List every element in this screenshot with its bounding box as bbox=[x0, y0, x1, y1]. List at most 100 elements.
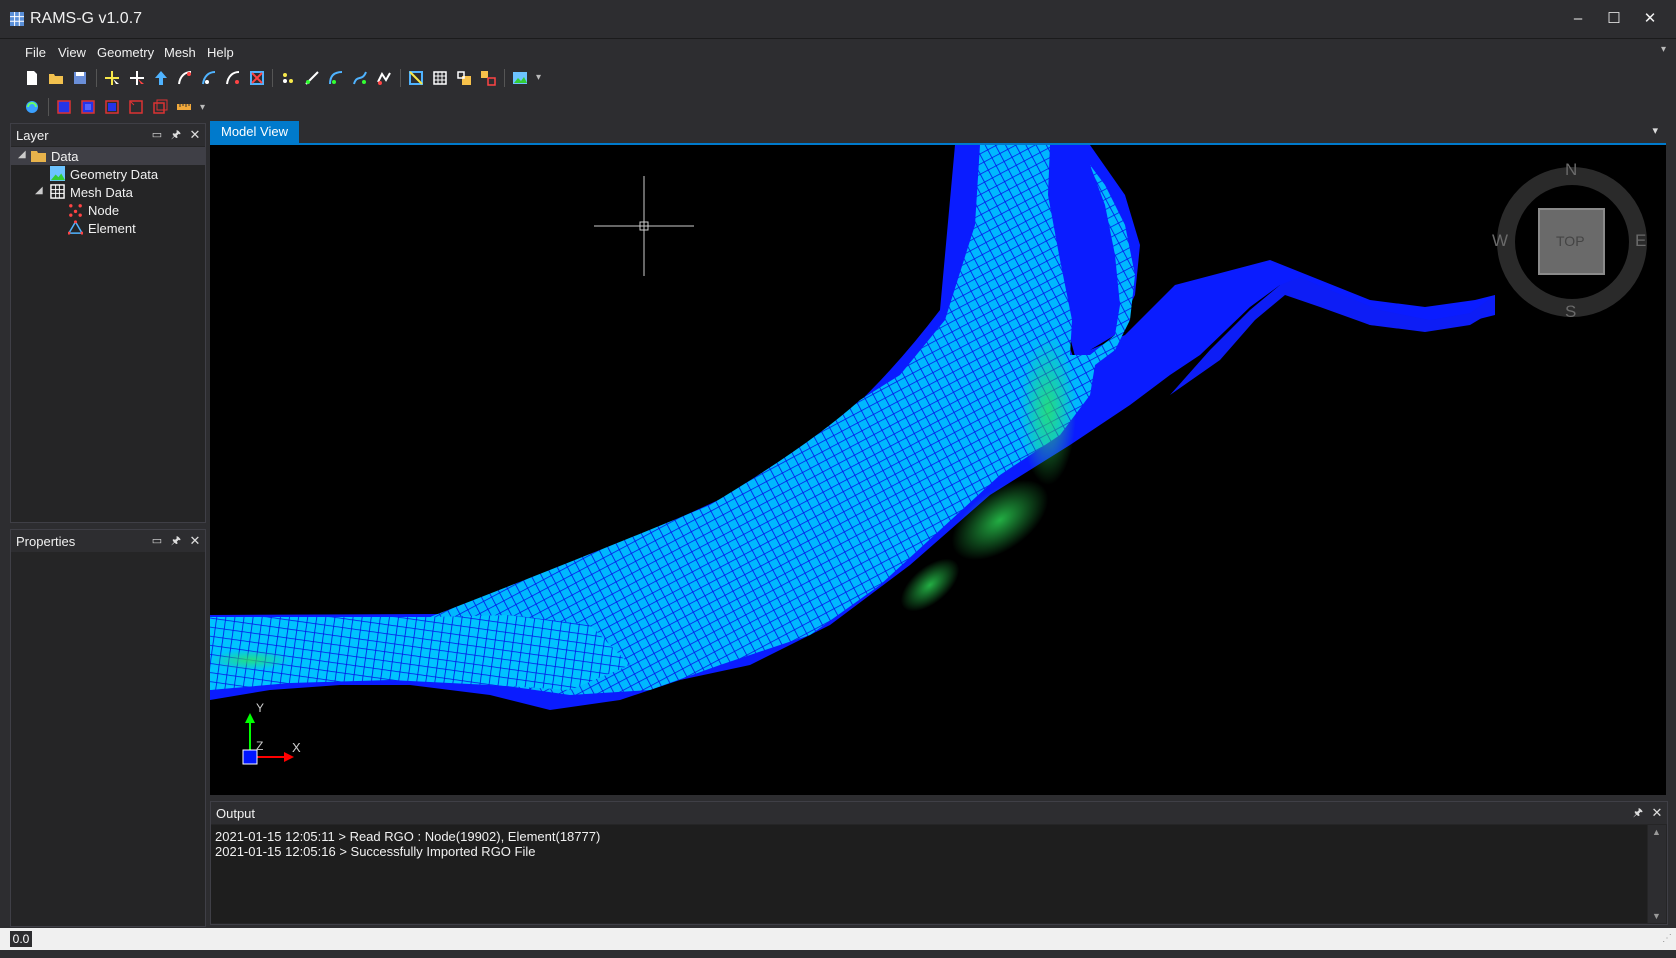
pin-panel-icon[interactable]: 🖈 bbox=[168, 126, 184, 144]
element-triangle-icon bbox=[68, 220, 83, 235]
pin-panel-icon[interactable]: 🖈 bbox=[168, 532, 184, 550]
main-toolbar: ▾ bbox=[10, 66, 610, 90]
velocity-highlight bbox=[1020, 335, 1076, 485]
axis-y-label: Y bbox=[256, 701, 265, 715]
add-arc-icon[interactable] bbox=[328, 70, 344, 86]
move-up-icon[interactable] bbox=[153, 70, 169, 86]
velocity-highlight bbox=[210, 650, 290, 670]
add-line-icon[interactable] bbox=[304, 70, 320, 86]
compass-south: S bbox=[1565, 302, 1577, 321]
properties-panel-header: Properties ▭ 🖈 ✕ bbox=[11, 530, 205, 552]
add-polyline-icon[interactable] bbox=[376, 70, 392, 86]
expand-arrow-icon[interactable]: ◢ bbox=[18, 149, 26, 160]
menu-help[interactable]: Help bbox=[207, 45, 234, 60]
expand-arrow-icon[interactable]: ◢ bbox=[35, 185, 43, 196]
add-spline-icon[interactable] bbox=[352, 70, 368, 86]
view-iso-icon[interactable] bbox=[152, 99, 168, 115]
view-cube-label: TOP bbox=[1556, 233, 1585, 249]
mesh-grid-icon bbox=[50, 184, 65, 199]
menu-bar: File View Geometry Mesh Help ▾ bbox=[10, 40, 1674, 64]
layer-panel-header: Layer ▭ 🖈 ✕ bbox=[11, 124, 205, 146]
folder-open-icon bbox=[31, 151, 46, 162]
mesh-grid-icon[interactable] bbox=[432, 70, 448, 86]
view-toolbar: ▾ bbox=[10, 96, 230, 120]
select-point-icon[interactable] bbox=[104, 70, 120, 86]
axis-x-label: X bbox=[292, 740, 301, 755]
output-scrollbar[interactable]: ▲ ▼ bbox=[1648, 825, 1666, 923]
output-log[interactable]: 2021-01-15 12:05:11 > Read RGO : Node(19… bbox=[211, 825, 1647, 923]
tree-item-mesh-data[interactable]: ◢ Mesh Data bbox=[11, 183, 205, 201]
tree-label: Geometry Data bbox=[70, 167, 159, 182]
deselect-point-icon[interactable] bbox=[129, 70, 145, 86]
status-bar: 0.0 ⋰ bbox=[0, 928, 1676, 950]
view-top-icon[interactable] bbox=[80, 99, 96, 115]
menu-overflow-icon[interactable]: ▾ bbox=[1661, 44, 1666, 55]
pin-panel-icon[interactable]: 🖈 bbox=[1630, 804, 1646, 822]
title-bar: RAMS-G v1.0.7 – ☐ ✕ bbox=[0, 0, 1676, 39]
float-panel-icon[interactable]: ▭ bbox=[149, 532, 165, 550]
crosshair-cursor-icon bbox=[594, 176, 694, 276]
menu-geometry[interactable]: Geometry bbox=[97, 45, 154, 60]
tree-label: Element bbox=[88, 221, 136, 236]
axis-triad bbox=[242, 713, 294, 765]
tree-item-element[interactable]: Element bbox=[11, 219, 205, 237]
toolbar-overflow-icon[interactable]: ▾ bbox=[536, 72, 541, 83]
tab-model-view[interactable]: Model View bbox=[210, 121, 299, 143]
delete-region-icon[interactable] bbox=[249, 70, 265, 86]
scroll-down-icon[interactable]: ▼ bbox=[1652, 911, 1661, 921]
view-front-icon[interactable] bbox=[56, 99, 72, 115]
geometry-image-icon bbox=[50, 166, 65, 181]
mesh-export-icon[interactable] bbox=[480, 70, 496, 86]
refresh-view-icon[interactable] bbox=[24, 99, 40, 115]
float-panel-icon[interactable]: ▭ bbox=[149, 126, 165, 144]
properties-panel: Properties ▭ 🖈 ✕ bbox=[10, 529, 206, 927]
properties-panel-title: Properties bbox=[16, 534, 76, 549]
new-file-icon[interactable] bbox=[24, 70, 40, 86]
toolbar-separator bbox=[504, 69, 505, 87]
select-curve-icon[interactable] bbox=[177, 70, 193, 86]
toolbar-separator bbox=[272, 69, 273, 87]
minimize-button[interactable]: – bbox=[1560, 4, 1596, 34]
close-panel-icon[interactable]: ✕ bbox=[187, 126, 203, 144]
background-image-icon[interactable] bbox=[512, 70, 528, 86]
save-icon[interactable] bbox=[72, 70, 88, 86]
mesh-generate-icon[interactable] bbox=[408, 70, 424, 86]
compass-west: W bbox=[1492, 231, 1509, 250]
tree-item-data[interactable]: ◢ Data bbox=[11, 147, 205, 165]
toolbar-separator bbox=[48, 98, 49, 116]
toolbar-separator bbox=[96, 69, 97, 87]
tree-item-node[interactable]: Node bbox=[11, 201, 205, 219]
menu-mesh[interactable]: Mesh bbox=[164, 45, 196, 60]
log-line: 2021-01-15 12:05:16 > Successfully Impor… bbox=[215, 844, 536, 859]
close-panel-icon[interactable]: ✕ bbox=[187, 532, 203, 550]
close-window-button[interactable]: ✕ bbox=[1632, 4, 1668, 34]
menu-file[interactable]: File bbox=[25, 45, 46, 60]
tab-list-dropdown-icon[interactable]: ▾ bbox=[1652, 124, 1658, 137]
model-viewport[interactable]: N S E W TOP Y X Z bbox=[210, 145, 1666, 795]
mesh-canvas[interactable] bbox=[210, 145, 1666, 795]
mesh-import-icon[interactable] bbox=[456, 70, 472, 86]
output-panel-title: Output bbox=[216, 806, 256, 821]
add-node-icon[interactable] bbox=[280, 70, 296, 86]
view-right-icon[interactable] bbox=[104, 99, 120, 115]
toolbar-separator bbox=[400, 69, 401, 87]
document-tab-strip: Model View ▾ bbox=[210, 121, 1666, 145]
mesh-elements bbox=[210, 145, 1135, 695]
tree-item-geometry-data[interactable]: Geometry Data bbox=[11, 165, 205, 183]
close-panel-icon[interactable]: ✕ bbox=[1649, 804, 1665, 822]
scroll-up-icon[interactable]: ▲ bbox=[1652, 827, 1661, 837]
menu-view[interactable]: View bbox=[58, 45, 86, 60]
measure-ruler-icon[interactable] bbox=[176, 99, 192, 115]
app-grid-icon bbox=[10, 12, 24, 26]
toolbar-overflow-icon[interactable]: ▾ bbox=[200, 102, 205, 113]
status-coordinate: 0.0 bbox=[10, 931, 32, 947]
compass-east: E bbox=[1635, 231, 1647, 250]
edit-curve-icon[interactable] bbox=[201, 70, 217, 86]
resize-grip-icon[interactable]: ⋰ bbox=[1662, 933, 1672, 944]
layer-panel-title: Layer bbox=[16, 128, 49, 143]
maximize-button[interactable]: ☐ bbox=[1596, 4, 1632, 34]
view-left-icon[interactable] bbox=[128, 99, 144, 115]
split-curve-icon[interactable] bbox=[225, 70, 241, 86]
axis-z-label: Z bbox=[256, 739, 264, 753]
open-folder-icon[interactable] bbox=[48, 70, 64, 86]
